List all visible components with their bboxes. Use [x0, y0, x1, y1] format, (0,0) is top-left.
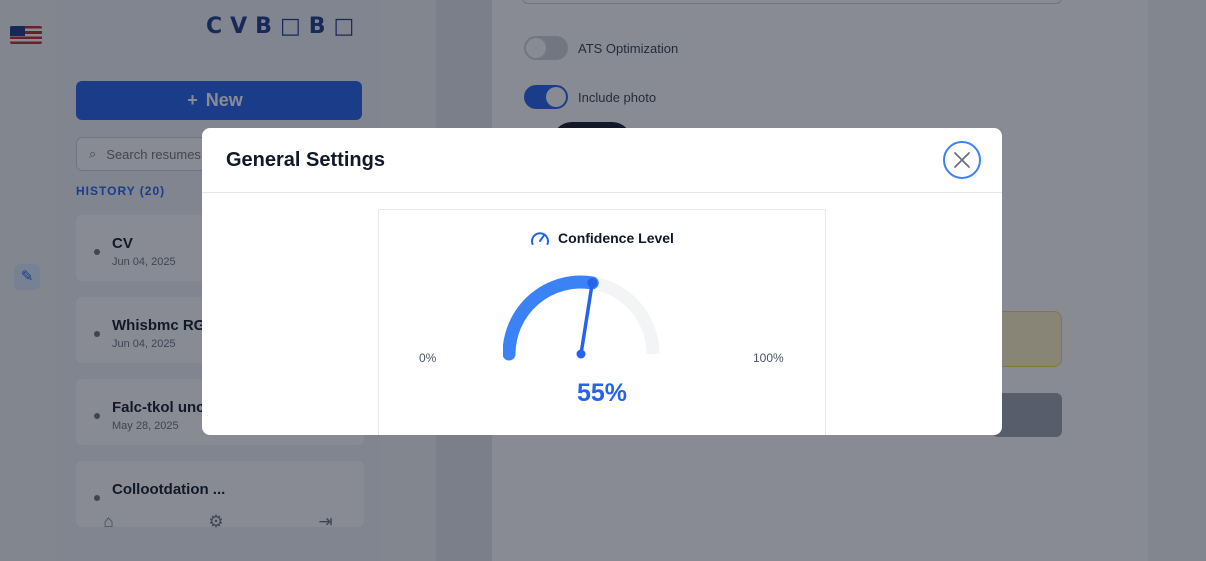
gauge-max-label: 100% [753, 351, 784, 365]
gauge-needle [579, 281, 595, 356]
gauge-label: Confidence Level [558, 230, 674, 246]
gauge-min-label: 0% [419, 351, 437, 365]
gauge-icon [531, 232, 550, 245]
settings-modal: General Settings Confidence Level 0% 100… [202, 128, 1002, 435]
modal-header: General Settings [202, 128, 1002, 193]
close-icon [954, 152, 970, 168]
gauge-needle-tip [587, 277, 598, 288]
gauge-header: Confidence Level [379, 228, 825, 248]
gauge-chart [503, 275, 660, 361]
gauge-hub [576, 349, 586, 359]
gauge-value: 55% [576, 379, 628, 407]
gauge-fill [503, 275, 599, 361]
modal-title: General Settings [226, 149, 385, 171]
close-button[interactable] [943, 141, 981, 179]
confidence-gauge-card: Confidence Level 0% 100% 55% [378, 209, 826, 435]
